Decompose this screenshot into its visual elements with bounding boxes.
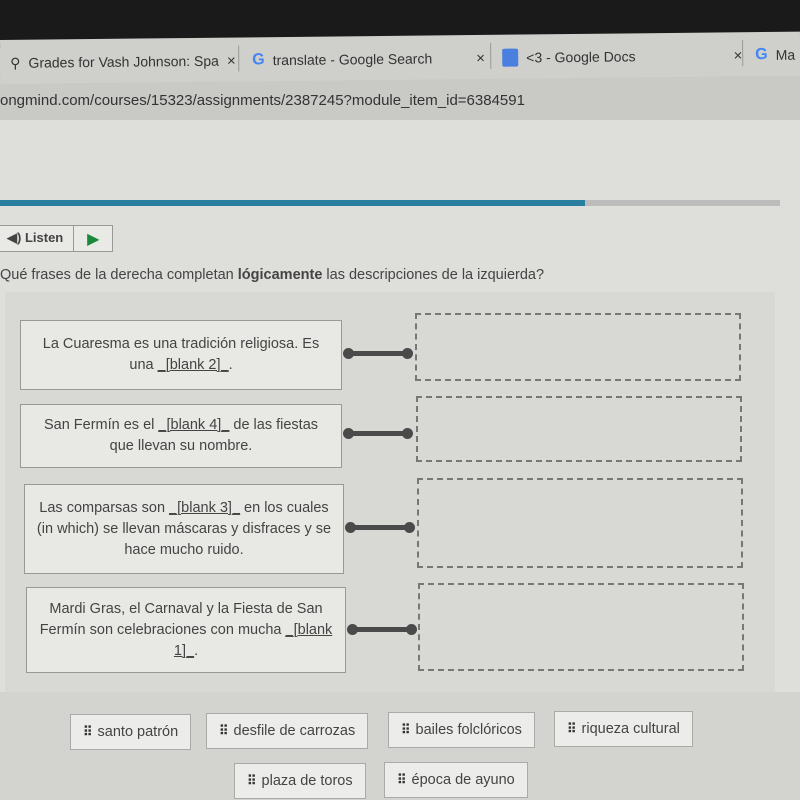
url-text: ongmind.com/courses/15323/assignments/23… [0,92,525,109]
location-pin-icon: ⚲ [10,54,21,71]
google-icon: G [252,51,265,69]
browser-tab-bar: ⚲ Grades for Vash Johnson: Spa × G trans… [0,31,800,84]
tab-title: <3 - Google Docs [526,48,636,66]
prompt-3: Las comparsas son _[blank 3]_ en los cua… [24,484,344,574]
connector [347,624,417,635]
progress-bar [0,200,780,206]
tab-title: translate - Google Search [272,50,433,69]
tab-translate[interactable]: G translate - Google Search × [252,45,485,73]
tab-other[interactable]: G Ma [755,42,795,68]
choice-chip[interactable]: ⠿ época de ayuno [384,762,528,798]
close-icon[interactable]: × [733,47,742,64]
tab-title: Grades for Vash Johnson: Spa [28,52,220,71]
connector [343,428,413,439]
close-icon[interactable]: × [227,52,236,69]
drag-handle-icon: ⠿ [397,772,406,787]
listen-label: Listen [24,230,64,245]
drop-zone-3[interactable] [417,478,743,568]
question-suffix: las descripciones de la izquierda? [322,267,545,283]
question-text: Qué frases de la derecha completan lógic… [0,267,544,283]
drop-zone-1[interactable] [415,313,741,381]
close-icon[interactable]: × [476,49,485,66]
play-icon[interactable]: ▶ [74,226,112,251]
drop-zone-4[interactable] [418,583,744,671]
progress-fill [0,200,585,206]
blank: _[blank 3]_ [169,499,241,516]
speaker-icon: ◀) [7,230,22,245]
google-docs-icon [502,48,519,67]
blank: _[blank 2]_ [157,357,229,373]
prompt-2: San Fermín es el _[blank 4]_ de las fies… [20,404,342,468]
blank: _[blank 4]_ [158,417,230,433]
tab-google-docs[interactable]: <3 - Google Docs × [502,42,742,71]
prompt-1: La Cuaresma es una tradición religiosa. … [20,320,342,390]
choice-chip[interactable]: ⠿ santo patrón [70,714,192,750]
drag-handle-icon: ⠿ [219,723,228,738]
question-prefix: Qué frases de la derecha completan [0,267,238,283]
connector [345,522,415,533]
drag-handle-icon: ⠿ [247,773,256,788]
question-bold: lógicamente [237,267,323,283]
tab-grades[interactable]: ⚲ Grades for Vash Johnson: Spa × [10,48,236,76]
listen-control[interactable]: ◀) Listen ▶ [0,225,114,252]
google-icon: G [755,45,768,64]
drop-zone-2[interactable] [416,396,742,462]
drag-handle-icon: ⠿ [567,721,576,736]
choice-chip[interactable]: ⠿ riqueza cultural [554,711,693,747]
choice-chip[interactable]: ⠿ desfile de carrozas [206,713,369,749]
address-bar[interactable]: ongmind.com/courses/15323/assignments/23… [0,92,525,109]
tab-title: Ma [775,46,796,63]
choice-chip[interactable]: ⠿ bailes folclóricos [388,712,535,748]
drag-handle-icon: ⠿ [401,722,410,737]
choice-chip[interactable]: ⠿ plaza de toros [234,763,366,799]
drag-handle-icon: ⠿ [83,724,92,739]
connector [343,348,413,359]
listen-button[interactable]: ◀) Listen [0,226,75,251]
prompt-4: Mardi Gras, el Carnaval y la Fiesta de S… [26,587,346,673]
